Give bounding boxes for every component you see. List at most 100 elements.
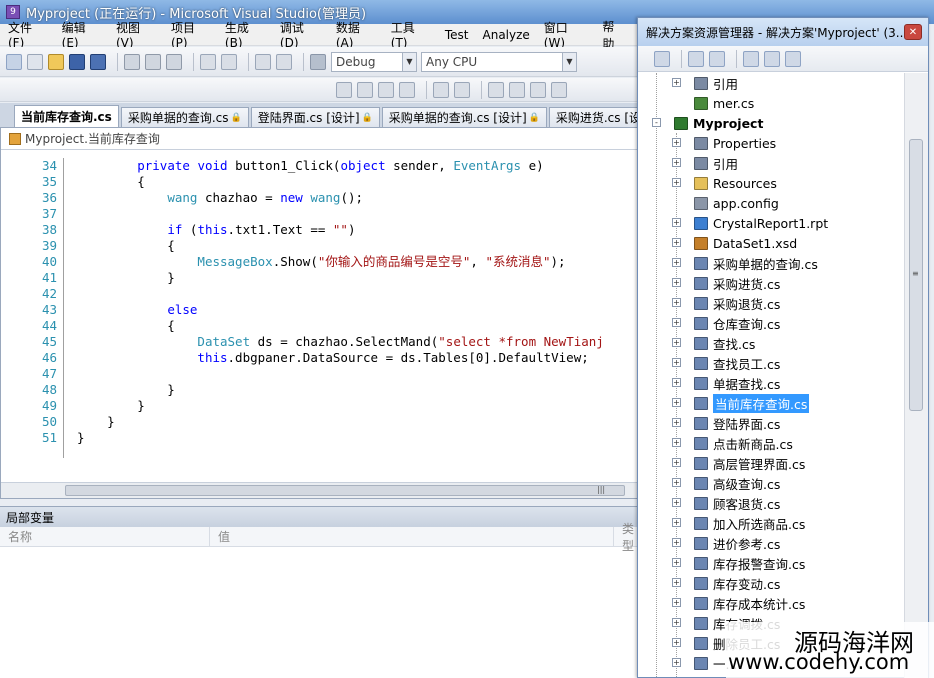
paste-icon[interactable]: [166, 53, 182, 70]
close-icon[interactable]: ✕: [904, 24, 922, 40]
column-header-name[interactable]: 名称: [0, 527, 210, 546]
expand-icon[interactable]: +: [672, 598, 681, 607]
expand-icon[interactable]: +: [672, 618, 681, 627]
code-lines[interactable]: private void button1_Click(object sender…: [77, 158, 637, 446]
outlining-margin[interactable]: [63, 158, 73, 458]
indent-icon[interactable]: [454, 81, 470, 98]
start-debugging-icon[interactable]: [310, 53, 326, 70]
expand-icon[interactable]: +: [672, 158, 681, 167]
expand-icon[interactable]: +: [672, 418, 681, 427]
save-all-icon[interactable]: [90, 53, 106, 70]
solution-tree-item[interactable]: + 高层管理界面.cs: [638, 453, 904, 473]
document-tab[interactable]: 登陆界面.cs [设计] 🔒: [250, 107, 380, 127]
expand-icon[interactable]: +: [672, 398, 681, 407]
menu-item[interactable]: 项目(P): [171, 19, 211, 50]
new-project-icon[interactable]: [6, 53, 22, 70]
comment-icon[interactable]: [488, 81, 504, 98]
copy-icon[interactable]: [145, 53, 161, 70]
code-line[interactable]: }: [77, 382, 637, 398]
solution-tree-item[interactable]: + 高级查询.cs: [638, 473, 904, 493]
code-line[interactable]: [77, 366, 637, 382]
menu-item[interactable]: 编辑(E): [62, 19, 102, 50]
expand-icon[interactable]: +: [672, 78, 681, 87]
navigate-back-icon[interactable]: [255, 53, 271, 70]
solution-tree-item[interactable]: + 仓库查询.cs: [638, 313, 904, 333]
expand-icon[interactable]: +: [672, 538, 681, 547]
open-folder-icon[interactable]: [48, 53, 64, 70]
code-line[interactable]: [77, 206, 637, 222]
menu-item[interactable]: 生成(B): [225, 19, 266, 50]
locals-window-header[interactable]: 局部变量: [0, 507, 640, 527]
solution-tree-item[interactable]: + 单据查找.cs: [638, 373, 904, 393]
menu-item[interactable]: 文件(F): [8, 19, 48, 50]
menu-item[interactable]: 调试(D): [280, 19, 322, 50]
menu-item[interactable]: Analyze: [483, 28, 530, 42]
expand-icon[interactable]: +: [672, 658, 681, 667]
solution-tree-item[interactable]: + 点击新商品.cs: [638, 433, 904, 453]
expand-icon[interactable]: +: [672, 258, 681, 267]
class-diagram-icon[interactable]: [785, 50, 801, 67]
solution-tree-item[interactable]: + 查找员工.cs: [638, 353, 904, 373]
solution-tree-item[interactable]: + 进价参考.cs: [638, 533, 904, 553]
solution-tree-item[interactable]: + 登陆界面.cs: [638, 413, 904, 433]
solution-tree-item[interactable]: - Myproject: [638, 113, 904, 133]
expand-icon[interactable]: +: [672, 458, 681, 467]
properties-icon[interactable]: [654, 50, 670, 67]
menu-item[interactable]: 视图(V): [116, 19, 157, 50]
solution-tree-item[interactable]: + 当前库存查询.cs: [638, 393, 904, 413]
code-line[interactable]: else: [77, 302, 637, 318]
refresh-icon[interactable]: [709, 50, 725, 67]
solution-tree-item[interactable]: mer.cs: [638, 93, 904, 113]
solution-tree-item[interactable]: + 加入所选商品.cs: [638, 513, 904, 533]
expand-icon[interactable]: +: [672, 518, 681, 527]
solution-configuration-dropdown[interactable]: Debug ▼: [331, 51, 417, 72]
save-icon[interactable]: [69, 53, 85, 70]
solution-tree-item[interactable]: + 采购进货.cs: [638, 273, 904, 293]
solution-tree-item[interactable]: + 库存成本统计.cs: [638, 593, 904, 613]
code-text-area[interactable]: 34 35 36 37 38 39 40 41 42 43 44 45 46 47 48 49 50 51 pri…: [1, 150, 639, 480]
code-line[interactable]: [77, 286, 637, 302]
view-designer-icon[interactable]: [764, 50, 780, 67]
expand-icon[interactable]: +: [672, 378, 681, 387]
expand-icon[interactable]: +: [672, 218, 681, 227]
solution-tree-item[interactable]: + 采购退货.cs: [638, 293, 904, 313]
solution-explorer-titlebar[interactable]: 解决方案资源管理器 - 解决方案'Myproject' (3... ✕: [638, 18, 928, 46]
add-item-icon[interactable]: [27, 53, 43, 70]
expand-icon[interactable]: +: [672, 278, 681, 287]
solution-tree-item[interactable]: + CrystalReport1.rpt: [638, 213, 904, 233]
solution-tree-item[interactable]: + 采购单据的查询.cs: [638, 253, 904, 273]
column-header-value[interactable]: 值: [210, 527, 614, 546]
document-tab-active[interactable]: 当前库存查询.cs: [14, 105, 119, 127]
expand-icon[interactable]: +: [672, 338, 681, 347]
code-line[interactable]: if (this.txt1.Text == ""): [77, 222, 637, 238]
expand-icon[interactable]: +: [672, 358, 681, 367]
outdent-icon[interactable]: [433, 81, 449, 98]
align-icon[interactable]: [357, 81, 373, 98]
uncomment-icon[interactable]: [509, 81, 525, 98]
code-line[interactable]: wang chazhao = new wang();: [77, 190, 637, 206]
expand-icon[interactable]: +: [672, 478, 681, 487]
solution-tree-vertical-scrollbar[interactable]: ≡: [904, 73, 928, 678]
expand-icon[interactable]: +: [672, 498, 681, 507]
view-code-icon[interactable]: [743, 50, 759, 67]
expand-icon[interactable]: +: [672, 578, 681, 587]
code-line[interactable]: MessageBox.Show("你输入的商品编号是空号", "系统消息");: [77, 254, 637, 270]
format-icon[interactable]: [336, 81, 352, 98]
bookmark-icon[interactable]: [530, 81, 546, 98]
solution-tree[interactable]: + 引用 mer.cs - Myproject + Properties + 引用 + Resour…: [638, 73, 904, 678]
code-line[interactable]: DataSet ds = chazhao.SelectMand("select …: [77, 334, 637, 350]
collapse-icon[interactable]: -: [652, 118, 661, 127]
solution-tree-item[interactable]: + 引用: [638, 153, 904, 173]
expand-icon[interactable]: +: [672, 318, 681, 327]
solution-tree-item[interactable]: + 库存变动.cs: [638, 573, 904, 593]
code-line[interactable]: {: [77, 238, 637, 254]
undo-icon[interactable]: [200, 53, 216, 70]
solution-tree-item[interactable]: + DataSet1.xsd: [638, 233, 904, 253]
code-line[interactable]: {: [77, 174, 637, 190]
solution-tree-item[interactable]: + Resources: [638, 173, 904, 193]
expand-icon[interactable]: +: [672, 178, 681, 187]
show-all-files-icon[interactable]: [688, 50, 704, 67]
solution-tree-item[interactable]: + 库存报警查询.cs: [638, 553, 904, 573]
document-tab[interactable]: 采购单据的查询.cs [设计] 🔒: [381, 107, 547, 127]
solution-tree-item[interactable]: + 引用: [638, 73, 904, 93]
